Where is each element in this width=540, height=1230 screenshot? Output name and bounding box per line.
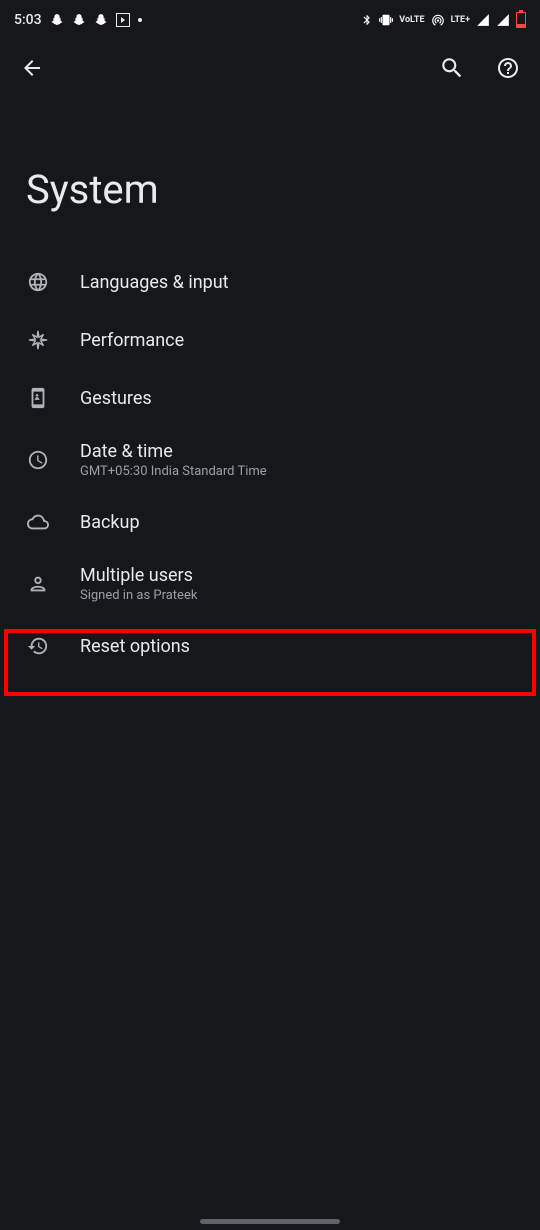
menu-sublabel: Signed in as Prateek	[80, 588, 197, 603]
app-bar	[0, 40, 540, 96]
vibrate-icon	[379, 13, 393, 27]
restore-icon	[26, 634, 50, 658]
hotspot-icon	[431, 13, 445, 27]
media-icon	[116, 13, 130, 27]
lte-indicator: LTE+	[451, 15, 470, 25]
status-bar-right: VoLTE LTE+	[361, 12, 526, 28]
signal-icon-2	[496, 13, 510, 27]
menu-label: Performance	[80, 330, 184, 351]
globe-icon	[26, 270, 50, 294]
menu-item-backup[interactable]: Backup	[0, 493, 540, 551]
menu-list: Languages & input Performance Gestures D…	[0, 253, 540, 675]
clock-icon	[26, 448, 50, 472]
performance-icon	[26, 328, 50, 352]
volte-indicator: VoLTE	[399, 15, 424, 25]
search-button[interactable]	[438, 54, 466, 82]
snapchat-icon	[50, 13, 64, 27]
menu-sublabel: GMT+05:30 India Standard Time	[80, 464, 267, 479]
menu-label: Multiple users	[80, 565, 197, 586]
back-button[interactable]	[18, 54, 46, 82]
menu-item-date-time[interactable]: Date & time GMT+05:30 India Standard Tim…	[0, 427, 540, 493]
person-icon	[26, 572, 50, 596]
notification-dot	[138, 18, 142, 22]
menu-item-multiple-users[interactable]: Multiple users Signed in as Prateek	[0, 551, 540, 617]
menu-label: Backup	[80, 512, 140, 533]
help-button[interactable]	[494, 54, 522, 82]
gestures-icon	[26, 386, 50, 410]
signal-icon	[476, 13, 490, 27]
arrow-back-icon	[20, 56, 44, 80]
menu-item-languages[interactable]: Languages & input	[0, 253, 540, 311]
app-bar-right	[438, 54, 522, 82]
snapchat-icon	[94, 13, 108, 27]
bluetooth-icon	[361, 14, 373, 26]
status-time: 5:03	[14, 12, 42, 28]
menu-label: Reset options	[80, 636, 190, 657]
page-title: System	[0, 96, 540, 253]
help-icon	[496, 56, 520, 80]
status-bar: 5:03 VoLTE LTE+	[0, 0, 540, 40]
snapchat-icon	[72, 13, 86, 27]
cloud-icon	[26, 510, 50, 534]
menu-item-reset-options[interactable]: Reset options	[0, 617, 540, 675]
menu-label: Gestures	[80, 388, 152, 409]
menu-label: Languages & input	[80, 272, 229, 293]
status-bar-left: 5:03	[14, 12, 142, 28]
menu-label: Date & time	[80, 441, 267, 462]
menu-item-gestures[interactable]: Gestures	[0, 369, 540, 427]
search-icon	[439, 55, 465, 81]
battery-low-icon	[516, 12, 526, 28]
app-bar-left	[18, 54, 46, 82]
navigation-bar-handle[interactable]	[200, 1219, 340, 1224]
menu-item-performance[interactable]: Performance	[0, 311, 540, 369]
